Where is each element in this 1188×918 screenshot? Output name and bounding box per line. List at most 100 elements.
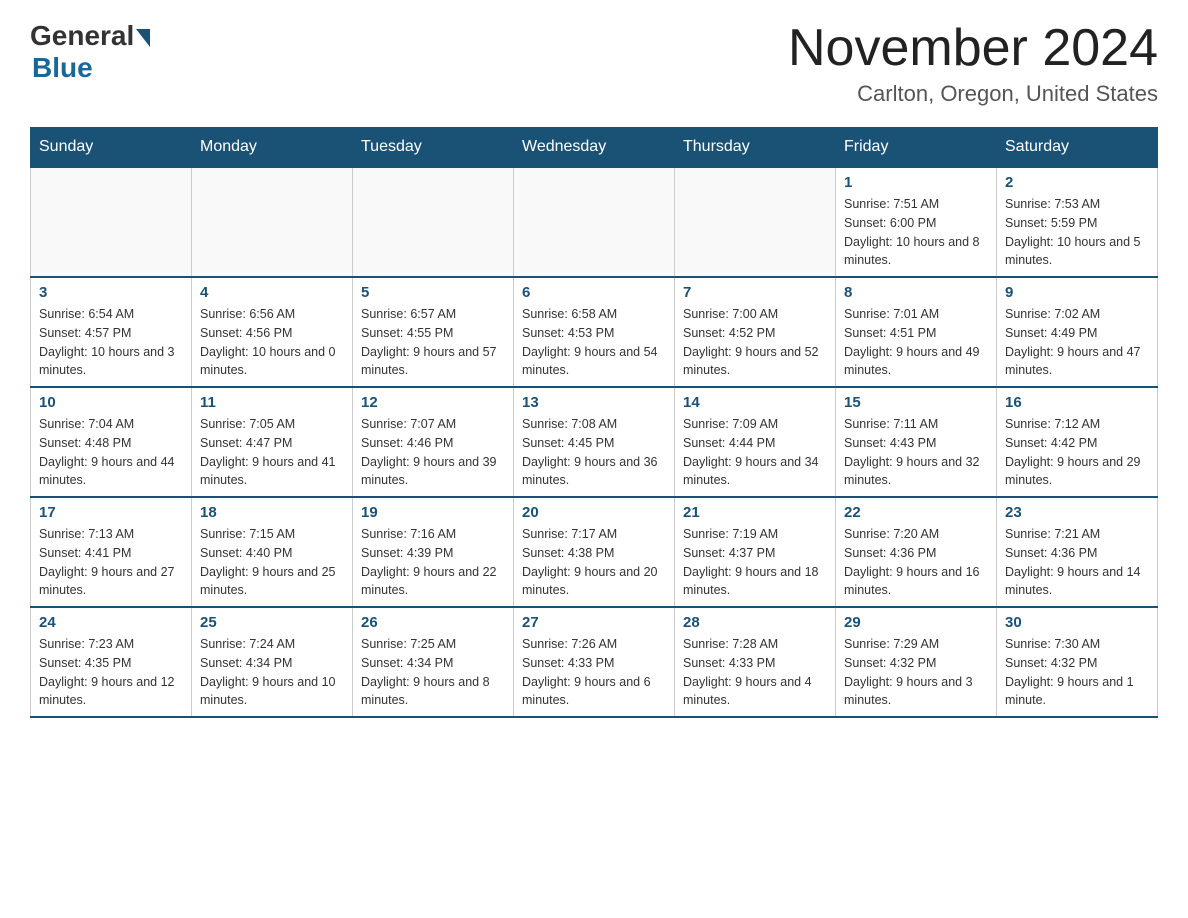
day-info: Sunrise: 7:26 AMSunset: 4:33 PMDaylight:… bbox=[522, 635, 666, 710]
table-row: 17 Sunrise: 7:13 AMSunset: 4:41 PMDayligh… bbox=[31, 497, 192, 607]
header-wednesday: Wednesday bbox=[514, 128, 675, 168]
day-number: 28 bbox=[683, 614, 827, 631]
logo-general: General bbox=[30, 20, 134, 52]
table-row: 15 Sunrise: 7:11 AMSunset: 4:43 PMDayligh… bbox=[836, 387, 997, 497]
day-info: Sunrise: 7:24 AMSunset: 4:34 PMDaylight:… bbox=[200, 635, 344, 710]
calendar-week-4: 17 Sunrise: 7:13 AMSunset: 4:41 PMDayligh… bbox=[31, 497, 1158, 607]
table-row: 5 Sunrise: 6:57 AMSunset: 4:55 PMDaylight… bbox=[353, 277, 514, 387]
day-number: 7 bbox=[683, 284, 827, 301]
day-info: Sunrise: 7:05 AMSunset: 4:47 PMDaylight:… bbox=[200, 415, 344, 490]
day-info: Sunrise: 7:17 AMSunset: 4:38 PMDaylight:… bbox=[522, 525, 666, 600]
day-number: 20 bbox=[522, 504, 666, 521]
location-label: Carlton, Oregon, United States bbox=[788, 81, 1158, 107]
day-info: Sunrise: 7:51 AMSunset: 6:00 PMDaylight:… bbox=[844, 195, 988, 270]
day-number: 30 bbox=[1005, 614, 1149, 631]
day-info: Sunrise: 7:13 AMSunset: 4:41 PMDaylight:… bbox=[39, 525, 183, 600]
table-row: 12 Sunrise: 7:07 AMSunset: 4:46 PMDayligh… bbox=[353, 387, 514, 497]
table-row: 29Sunrise: 7:29 AMSunset: 4:32 PMDayligh… bbox=[836, 607, 997, 717]
header-thursday: Thursday bbox=[675, 128, 836, 168]
day-info: Sunrise: 7:07 AMSunset: 4:46 PMDaylight:… bbox=[361, 415, 505, 490]
day-number: 3 bbox=[39, 284, 183, 301]
day-info: Sunrise: 6:57 AMSunset: 4:55 PMDaylight:… bbox=[361, 305, 505, 380]
title-section: November 2024 Carlton, Oregon, United St… bbox=[788, 20, 1158, 107]
table-row: 8Sunrise: 7:01 AMSunset: 4:51 PMDaylight… bbox=[836, 277, 997, 387]
table-row: 16 Sunrise: 7:12 AMSunset: 4:42 PMDayligh… bbox=[997, 387, 1158, 497]
table-row: 25Sunrise: 7:24 AMSunset: 4:34 PMDayligh… bbox=[192, 607, 353, 717]
table-row: 26 Sunrise: 7:25 AMSunset: 4:34 PMDayligh… bbox=[353, 607, 514, 717]
table-row: 24 Sunrise: 7:23 AMSunset: 4:35 PMDayligh… bbox=[31, 607, 192, 717]
day-number: 24 bbox=[39, 614, 183, 631]
table-row: 9 Sunrise: 7:02 AMSunset: 4:49 PMDaylight… bbox=[997, 277, 1158, 387]
calendar-week-1: 1Sunrise: 7:51 AMSunset: 6:00 PMDaylight… bbox=[31, 167, 1158, 277]
table-row bbox=[192, 167, 353, 277]
day-info: Sunrise: 7:29 AMSunset: 4:32 PMDaylight:… bbox=[844, 635, 988, 710]
table-row: 14 Sunrise: 7:09 AMSunset: 4:44 PMDayligh… bbox=[675, 387, 836, 497]
day-info: Sunrise: 7:02 AMSunset: 4:49 PMDaylight:… bbox=[1005, 305, 1149, 380]
day-info: Sunrise: 7:12 AMSunset: 4:42 PMDaylight:… bbox=[1005, 415, 1149, 490]
day-info: Sunrise: 7:16 AMSunset: 4:39 PMDaylight:… bbox=[361, 525, 505, 600]
day-number: 2 bbox=[1005, 174, 1149, 191]
day-number: 14 bbox=[683, 394, 827, 411]
table-row: 2 Sunrise: 7:53 AMSunset: 5:59 PMDaylight… bbox=[997, 167, 1158, 277]
day-number: 27 bbox=[522, 614, 666, 631]
day-info: Sunrise: 7:30 AMSunset: 4:32 PMDaylight:… bbox=[1005, 635, 1149, 710]
day-number: 11 bbox=[200, 394, 344, 411]
day-number: 5 bbox=[361, 284, 505, 301]
day-info: Sunrise: 6:56 AMSunset: 4:56 PMDaylight:… bbox=[200, 305, 344, 380]
day-number: 15 bbox=[844, 394, 988, 411]
header-sunday: Sunday bbox=[31, 128, 192, 168]
day-number: 26 bbox=[361, 614, 505, 631]
day-number: 17 bbox=[39, 504, 183, 521]
day-info: Sunrise: 7:09 AMSunset: 4:44 PMDaylight:… bbox=[683, 415, 827, 490]
day-number: 18 bbox=[200, 504, 344, 521]
table-row: 30 Sunrise: 7:30 AMSunset: 4:32 PMDayligh… bbox=[997, 607, 1158, 717]
calendar-week-2: 3 Sunrise: 6:54 AMSunset: 4:57 PMDaylight… bbox=[31, 277, 1158, 387]
calendar-table: Sunday Monday Tuesday Wednesday Thursday… bbox=[30, 127, 1158, 718]
table-row: 6 Sunrise: 6:58 AMSunset: 4:53 PMDaylight… bbox=[514, 277, 675, 387]
day-info: Sunrise: 7:21 AMSunset: 4:36 PMDaylight:… bbox=[1005, 525, 1149, 600]
table-row: 23 Sunrise: 7:21 AMSunset: 4:36 PMDayligh… bbox=[997, 497, 1158, 607]
table-row: 4Sunrise: 6:56 AMSunset: 4:56 PMDaylight… bbox=[192, 277, 353, 387]
table-row bbox=[514, 167, 675, 277]
page-header: General Blue November 2024 Carlton, Oreg… bbox=[30, 20, 1158, 107]
day-number: 10 bbox=[39, 394, 183, 411]
day-number: 12 bbox=[361, 394, 505, 411]
table-row bbox=[31, 167, 192, 277]
day-info: Sunrise: 6:58 AMSunset: 4:53 PMDaylight:… bbox=[522, 305, 666, 380]
table-row: 22 Sunrise: 7:20 AMSunset: 4:36 PMDayligh… bbox=[836, 497, 997, 607]
header-row: Sunday Monday Tuesday Wednesday Thursday… bbox=[31, 128, 1158, 168]
day-info: Sunrise: 7:15 AMSunset: 4:40 PMDaylight:… bbox=[200, 525, 344, 600]
table-row: 21Sunrise: 7:19 AMSunset: 4:37 PMDayligh… bbox=[675, 497, 836, 607]
table-row: 28 Sunrise: 7:28 AMSunset: 4:33 PMDayligh… bbox=[675, 607, 836, 717]
day-number: 23 bbox=[1005, 504, 1149, 521]
day-number: 9 bbox=[1005, 284, 1149, 301]
header-monday: Monday bbox=[192, 128, 353, 168]
calendar-body: 1Sunrise: 7:51 AMSunset: 6:00 PMDaylight… bbox=[31, 167, 1158, 717]
logo-blue: Blue bbox=[32, 52, 93, 84]
header-friday: Friday bbox=[836, 128, 997, 168]
table-row: 10Sunrise: 7:04 AMSunset: 4:48 PMDayligh… bbox=[31, 387, 192, 497]
calendar-header: Sunday Monday Tuesday Wednesday Thursday… bbox=[31, 128, 1158, 168]
header-tuesday: Tuesday bbox=[353, 128, 514, 168]
day-info: Sunrise: 7:20 AMSunset: 4:36 PMDaylight:… bbox=[844, 525, 988, 600]
table-row: 11 Sunrise: 7:05 AMSunset: 4:47 PMDayligh… bbox=[192, 387, 353, 497]
day-number: 6 bbox=[522, 284, 666, 301]
day-info: Sunrise: 7:53 AMSunset: 5:59 PMDaylight:… bbox=[1005, 195, 1149, 270]
table-row bbox=[353, 167, 514, 277]
day-info: Sunrise: 7:25 AMSunset: 4:34 PMDaylight:… bbox=[361, 635, 505, 710]
table-row: 7 Sunrise: 7:00 AMSunset: 4:52 PMDaylight… bbox=[675, 277, 836, 387]
calendar-week-3: 10Sunrise: 7:04 AMSunset: 4:48 PMDayligh… bbox=[31, 387, 1158, 497]
day-number: 16 bbox=[1005, 394, 1149, 411]
logo-text: General bbox=[30, 20, 150, 52]
table-row bbox=[675, 167, 836, 277]
table-row: 1Sunrise: 7:51 AMSunset: 6:00 PMDaylight… bbox=[836, 167, 997, 277]
day-number: 22 bbox=[844, 504, 988, 521]
day-info: Sunrise: 7:28 AMSunset: 4:33 PMDaylight:… bbox=[683, 635, 827, 710]
day-info: Sunrise: 7:00 AMSunset: 4:52 PMDaylight:… bbox=[683, 305, 827, 380]
logo-arrow-icon bbox=[136, 29, 150, 47]
day-info: Sunrise: 7:01 AMSunset: 4:51 PMDaylight:… bbox=[844, 305, 988, 380]
day-info: Sunrise: 7:11 AMSunset: 4:43 PMDaylight:… bbox=[844, 415, 988, 490]
day-info: Sunrise: 7:23 AMSunset: 4:35 PMDaylight:… bbox=[39, 635, 183, 710]
table-row: 13Sunrise: 7:08 AMSunset: 4:45 PMDayligh… bbox=[514, 387, 675, 497]
day-info: Sunrise: 6:54 AMSunset: 4:57 PMDaylight:… bbox=[39, 305, 183, 380]
